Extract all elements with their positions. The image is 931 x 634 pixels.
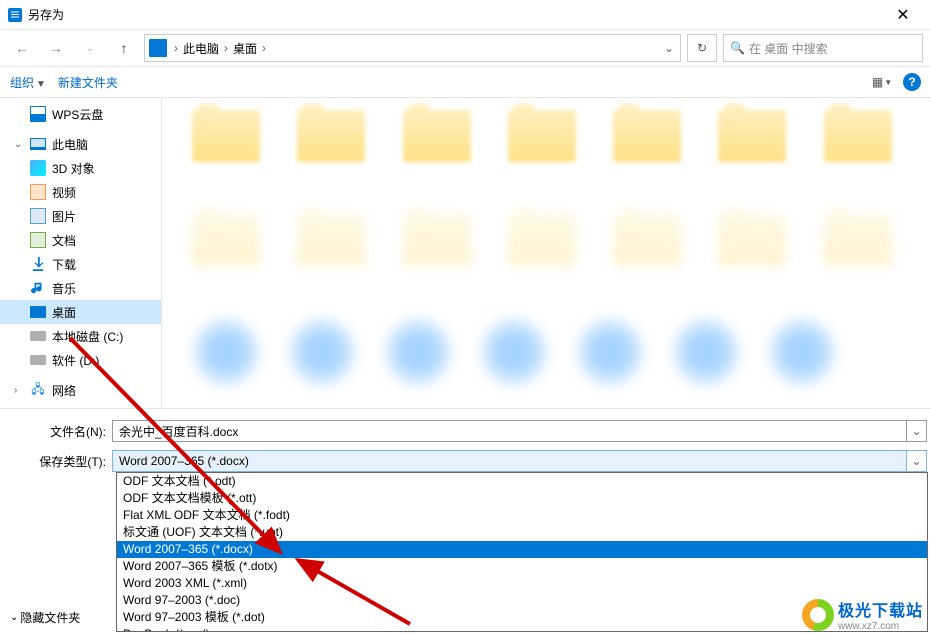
nav-up-button[interactable]: ↑ xyxy=(110,34,138,62)
tree-drive-d[interactable]: 软件 (D:) xyxy=(0,348,161,372)
file-item[interactable] xyxy=(288,318,356,386)
watermark-name: 极光下载站 xyxy=(838,597,923,621)
search-placeholder: 在 桌面 中搜索 xyxy=(749,40,828,57)
file-item[interactable] xyxy=(192,318,260,386)
tree-this-pc[interactable]: ⌄此电脑 xyxy=(0,132,161,156)
chevron-down-icon: ⌄ xyxy=(10,612,18,623)
nav-recent-chevron[interactable]: ⌄ xyxy=(76,34,104,62)
watermark: 极光下载站 www.xz7.com xyxy=(802,597,923,632)
filetype-dropdown-button[interactable]: ⌄ xyxy=(907,450,927,472)
tree-pictures[interactable]: 图片 xyxy=(0,204,161,228)
filetype-option[interactable]: Word 2007–365 模板 (*.dotx) xyxy=(117,558,927,575)
cloud-icon xyxy=(30,106,46,122)
help-button[interactable]: ? xyxy=(903,73,921,91)
filetype-combo[interactable]: Word 2007–365 (*.docx) xyxy=(112,450,907,472)
tree-3d-objects[interactable]: 3D 对象 xyxy=(0,156,161,180)
tree-music[interactable]: 音乐 xyxy=(0,276,161,300)
location-icon xyxy=(149,39,167,57)
search-input[interactable]: 🔍 在 桌面 中搜索 xyxy=(723,34,923,62)
tree-network[interactable]: ›🖧网络 xyxy=(0,378,161,402)
folder-item[interactable] xyxy=(403,110,480,190)
pc-icon xyxy=(30,136,46,152)
filetype-option[interactable]: Word 2007–365 (*.docx) xyxy=(117,541,927,558)
window-title: 另存为 xyxy=(28,6,883,23)
file-list-area[interactable] xyxy=(162,98,931,408)
hide-folders-toggle[interactable]: ⌄ 隐藏文件夹 xyxy=(10,609,80,626)
refresh-button[interactable]: ↻ xyxy=(687,34,717,62)
download-icon xyxy=(30,256,46,272)
folder-item[interactable] xyxy=(508,110,585,190)
file-item[interactable] xyxy=(480,318,548,386)
view-mode-button[interactable]: ▦▼ xyxy=(869,70,895,94)
folder-item[interactable] xyxy=(718,214,795,294)
tree-documents[interactable]: 文档 xyxy=(0,228,161,252)
chevron-right-icon[interactable]: › xyxy=(221,41,231,55)
filetype-option[interactable]: 标文通 (UOF) 文本文档 (*.uot) xyxy=(117,524,927,541)
sidebar-tree: WPS云盘 ⌄此电脑 3D 对象 视频 图片 文档 下载 音乐 桌面 本地磁盘 … xyxy=(0,98,162,408)
file-item[interactable] xyxy=(672,318,740,386)
new-folder-button[interactable]: 新建文件夹 xyxy=(58,74,118,91)
folder-item[interactable] xyxy=(718,110,795,190)
watermark-logo-icon xyxy=(802,599,834,631)
breadcrumb-root[interactable]: 此电脑 xyxy=(181,40,221,57)
folder-item[interactable] xyxy=(613,110,690,190)
breadcrumb-folder[interactable]: 桌面 xyxy=(231,40,259,57)
filename-dropdown-button[interactable]: ⌄ xyxy=(907,420,927,442)
video-icon xyxy=(30,184,46,200)
folder-item[interactable] xyxy=(403,214,480,294)
nav-back-button[interactable]: ← xyxy=(8,34,36,62)
network-icon: 🖧 xyxy=(30,382,46,398)
filetype-option[interactable]: Word 2003 XML (*.xml) xyxy=(117,575,927,592)
filetype-label: 保存类型(T): xyxy=(0,453,112,470)
drive-icon xyxy=(30,352,46,368)
tree-videos[interactable]: 视频 xyxy=(0,180,161,204)
address-bar[interactable]: › 此电脑 › 桌面 › ⌄ xyxy=(144,34,681,62)
search-icon: 🔍 xyxy=(730,41,745,55)
folder-item[interactable] xyxy=(508,214,585,294)
desktop-icon xyxy=(30,304,46,320)
folder-item[interactable] xyxy=(824,214,901,294)
chevron-right-icon[interactable]: › xyxy=(14,385,24,396)
chevron-down-icon[interactable]: ⌄ xyxy=(14,139,24,150)
tree-wps-cloud[interactable]: WPS云盘 xyxy=(0,102,161,126)
drive-icon xyxy=(30,328,46,344)
app-icon xyxy=(8,8,22,22)
tree-desktop[interactable]: 桌面 xyxy=(0,300,161,324)
filetype-option[interactable]: ODF 文本文档 (*.odt) xyxy=(117,473,927,490)
folder-item[interactable] xyxy=(297,110,374,190)
chevron-down-icon: ▼ xyxy=(36,79,46,90)
tree-downloads[interactable]: 下载 xyxy=(0,252,161,276)
filetype-option[interactable]: Flat XML ODF 文本文档 (*.fodt) xyxy=(117,507,927,524)
folder-item[interactable] xyxy=(297,214,374,294)
file-item[interactable] xyxy=(384,318,452,386)
watermark-url: www.xz7.com xyxy=(838,621,923,632)
filename-input[interactable] xyxy=(112,420,907,442)
filetype-option[interactable]: ODF 文本文档模板 (*.ott) xyxy=(117,490,927,507)
chevron-right-icon[interactable]: › xyxy=(259,41,269,55)
address-dropdown-button[interactable]: ⌄ xyxy=(658,41,680,55)
close-button[interactable]: ✕ xyxy=(883,1,923,29)
music-icon xyxy=(30,280,46,296)
file-item[interactable] xyxy=(768,318,836,386)
folder-item[interactable] xyxy=(613,214,690,294)
filename-label: 文件名(N): xyxy=(0,423,112,440)
organize-menu[interactable]: 组织▼ xyxy=(10,74,46,91)
folder-item[interactable] xyxy=(824,110,901,190)
document-icon xyxy=(30,232,46,248)
3d-icon xyxy=(30,160,46,176)
folder-item[interactable] xyxy=(192,214,269,294)
nav-forward-button[interactable]: → xyxy=(42,34,70,62)
filetype-value: Word 2007–365 (*.docx) xyxy=(119,454,249,468)
folder-item[interactable] xyxy=(192,110,269,190)
picture-icon xyxy=(30,208,46,224)
chevron-right-icon[interactable]: › xyxy=(171,41,181,55)
tree-drive-c[interactable]: 本地磁盘 (C:) xyxy=(0,324,161,348)
file-item[interactable] xyxy=(576,318,644,386)
